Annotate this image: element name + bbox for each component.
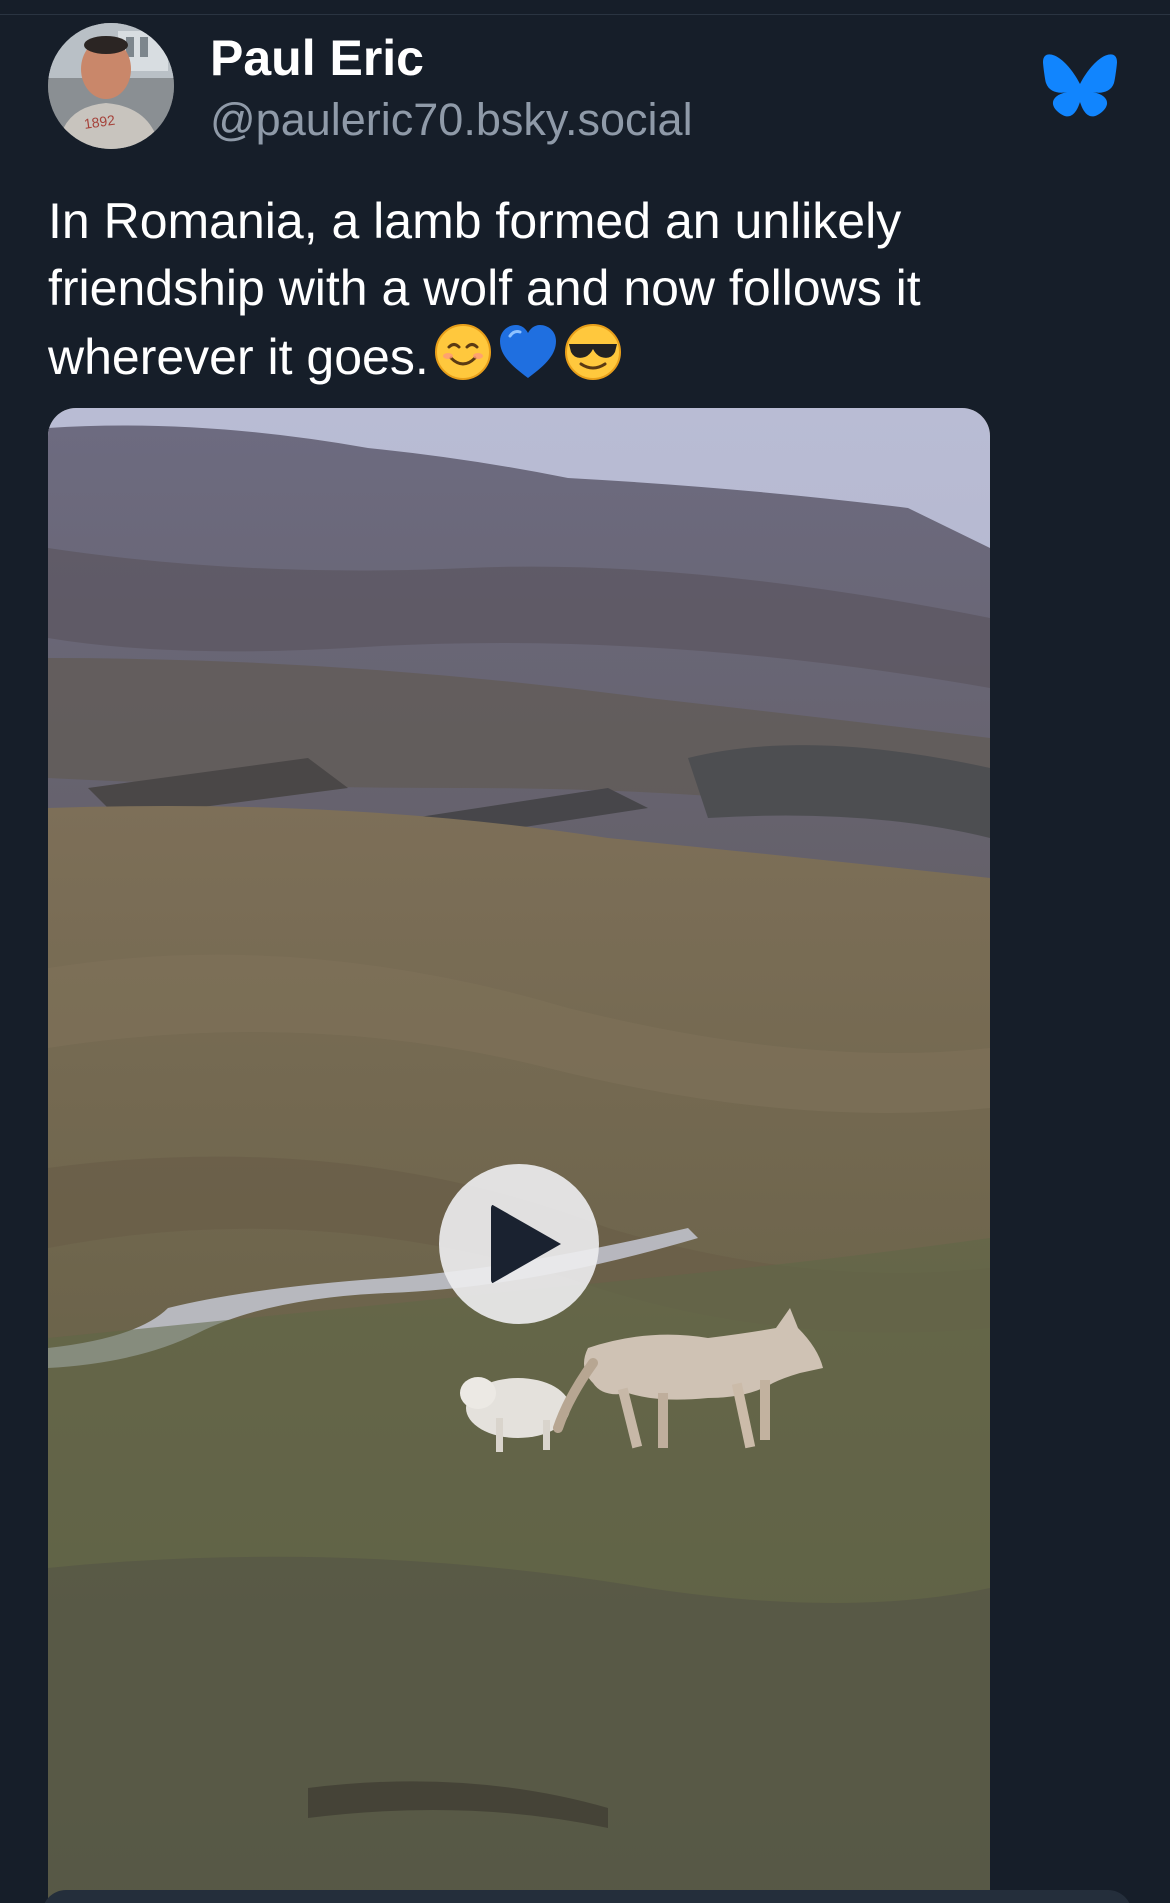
handle[interactable]: @pauleric70.bsky.social xyxy=(210,92,693,148)
smiling-face-icon xyxy=(433,322,493,399)
avatar-image: 1892 xyxy=(48,23,174,149)
sunglasses-face-icon xyxy=(563,322,623,399)
blue-heart-icon xyxy=(497,322,559,399)
video-player[interactable] xyxy=(48,408,990,1903)
display-name[interactable]: Paul Eric xyxy=(210,28,424,88)
post-screen: 1892 Paul Eric @pauleric70.bsky.social I… xyxy=(0,0,1170,1903)
post-text: In Romania, a lamb formed an unlikely fr… xyxy=(48,188,1108,399)
top-divider xyxy=(0,14,1170,15)
video-thumbnail xyxy=(48,408,990,1903)
bluesky-butterfly-icon[interactable] xyxy=(1043,54,1117,120)
play-icon xyxy=(491,1204,561,1284)
play-button[interactable] xyxy=(439,1164,599,1324)
bottom-panel-edge xyxy=(42,1890,1132,1903)
avatar[interactable]: 1892 xyxy=(48,23,174,149)
